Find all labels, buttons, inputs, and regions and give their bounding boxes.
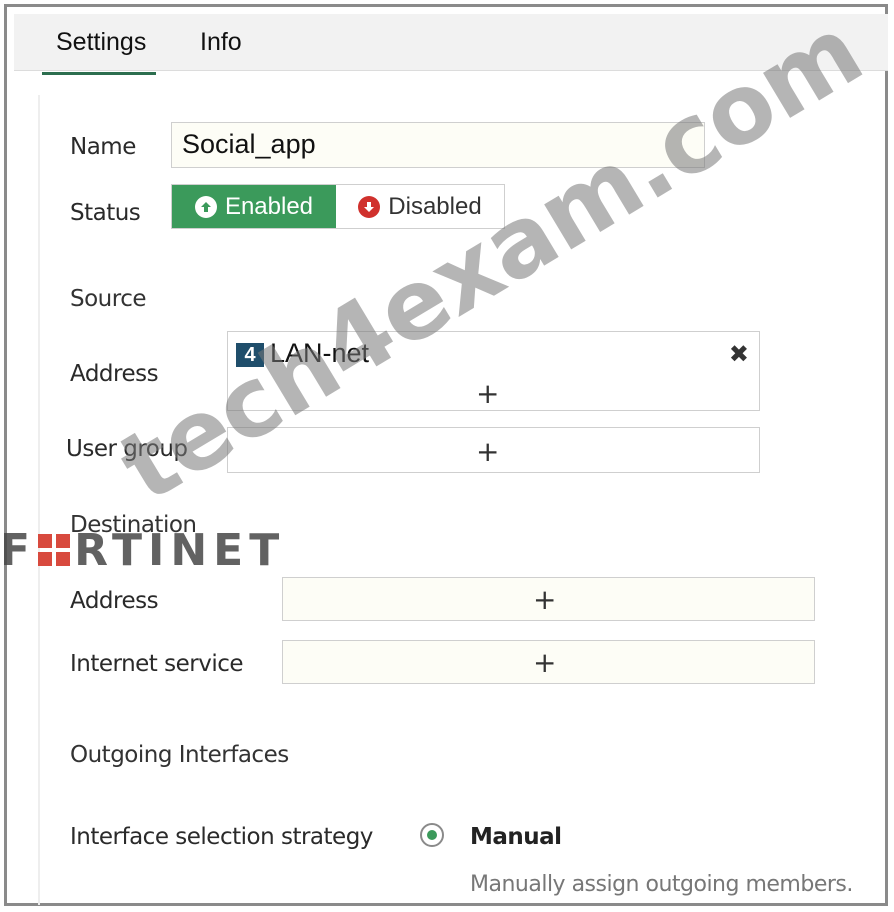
user-group-field[interactable]: +: [227, 427, 760, 473]
internet-service-label: Internet service: [70, 651, 244, 677]
name-label: Name: [70, 134, 136, 160]
user-group-label: User group: [66, 436, 188, 462]
name-input[interactable]: Social_app: [171, 122, 705, 168]
status-label: Status: [70, 200, 141, 226]
plus-icon[interactable]: +: [533, 649, 556, 677]
address-group-badge: 4: [236, 343, 264, 367]
content-divider: [38, 95, 40, 905]
address-item-lan-net: LAN-net: [270, 338, 370, 368]
source-section-title: Source: [70, 286, 147, 312]
arrow-down-circle-icon: [358, 195, 381, 218]
tab-settings[interactable]: Settings: [41, 28, 157, 75]
close-icon[interactable]: ✖: [729, 340, 749, 368]
status-enabled-label: Enabled: [224, 192, 314, 220]
name-input-value: Social_app: [182, 129, 316, 159]
radio-selected-icon[interactable]: [420, 823, 444, 847]
status-disabled-label: Disabled: [388, 192, 482, 220]
status-toggle: Enabled Disabled: [171, 184, 505, 229]
tab-info[interactable]: Info: [200, 28, 242, 57]
plus-icon[interactable]: +: [476, 438, 499, 466]
status-enabled-button[interactable]: Enabled: [172, 185, 336, 228]
strategy-hint: Manually assign outgoing members.: [470, 872, 853, 897]
plus-icon[interactable]: +: [476, 380, 499, 408]
status-disabled-button[interactable]: Disabled: [336, 185, 504, 228]
plus-icon[interactable]: +: [533, 586, 556, 614]
source-address-field[interactable]: 4 LAN-net ✖ +: [227, 331, 760, 411]
internet-service-field[interactable]: +: [282, 640, 815, 684]
strategy-manual-option[interactable]: Manual: [470, 824, 562, 850]
outgoing-section-title: Outgoing Interfaces: [70, 742, 289, 768]
dest-address-field[interactable]: +: [282, 577, 815, 621]
source-address-label: Address: [70, 361, 159, 387]
destination-section-title: Destination: [70, 512, 197, 538]
arrow-up-circle-icon: [194, 195, 217, 218]
tab-bar: Settings Info: [14, 14, 888, 75]
dest-address-label: Address: [70, 588, 159, 614]
strategy-label: Interface selection strategy: [70, 824, 373, 850]
